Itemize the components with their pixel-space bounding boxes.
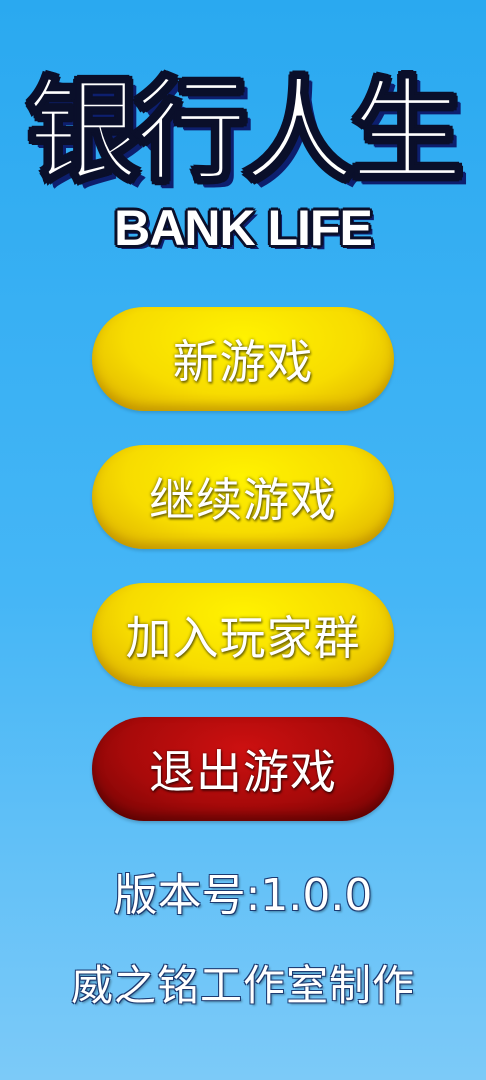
studio-credit: 威之铭工作室制作 bbox=[70, 961, 415, 1010]
game-title-english: BANK LIFE bbox=[114, 200, 373, 256]
game-title-chinese: 银行人生 bbox=[26, 67, 464, 197]
version-label: 版本号:1.0.0 bbox=[113, 870, 373, 921]
new-game-button[interactable]: 新游戏 bbox=[92, 307, 394, 411]
continue-game-button[interactable]: 继续游戏 bbox=[92, 445, 394, 549]
exit-game-button[interactable]: 退出游戏 bbox=[92, 717, 394, 821]
join-player-group-button[interactable]: 加入玩家群 bbox=[92, 583, 394, 687]
